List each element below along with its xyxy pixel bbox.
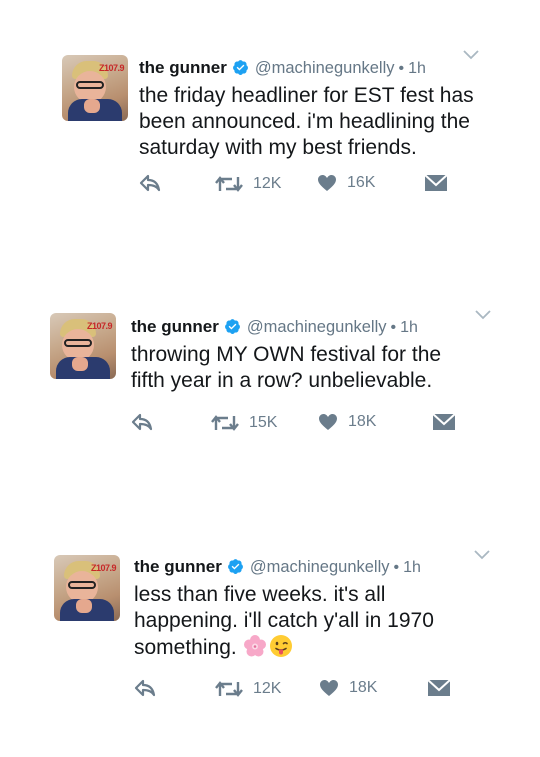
like-button[interactable]: 18K [318,413,376,431]
envelope-icon [424,174,448,191]
like-count: 18K [349,679,378,696]
tweet-actions: 12K 18K [134,679,454,703]
envelope-icon [427,679,451,696]
avatar-logo: Z107.9 [90,563,117,573]
tweet-actions: 12K 16K [139,174,459,198]
tweet-text: less than five weeks. it's all happening… [134,582,464,661]
retweet-icon [211,415,239,431]
display-name[interactable]: the gunner [134,557,222,576]
avatar-logo: Z107.9 [98,63,125,73]
reply-icon [134,679,156,697]
retweet-button[interactable]: 12K [215,679,281,699]
like-count: 16K [347,174,376,191]
tweet-header: the gunner @machinegunkelly • 1h [134,557,421,578]
display-name[interactable]: the gunner [139,58,227,77]
avatar[interactable]: Z107.9 [54,555,120,621]
tweet-text: throwing MY OWN festival for the fifth y… [131,343,442,392]
avatar[interactable]: Z107.9 [62,55,128,121]
reply-icon [131,413,153,431]
chevron-down-icon[interactable] [474,550,490,560]
heart-icon [320,680,338,696]
chevron-down-icon[interactable] [463,50,479,60]
timestamp[interactable]: 1h [400,319,418,336]
retweet-button[interactable]: 15K [211,413,277,433]
retweet-icon [215,681,243,697]
chevron-down-icon[interactable] [475,310,491,320]
avatar[interactable]: Z107.9 [50,313,116,379]
like-button[interactable]: 18K [319,679,377,697]
verified-badge-icon [232,60,248,75]
retweet-icon [215,176,243,192]
tweet-header: the gunner @machinegunkelly • 1h [131,317,418,338]
retweet-count: 12K [253,175,282,192]
heart-icon [318,175,336,191]
verified-badge-icon [224,319,240,334]
like-button[interactable]: 16K [317,174,375,192]
tongue-face-emoji [269,635,292,657]
dm-button[interactable] [427,679,451,697]
reply-button[interactable] [134,679,156,697]
display-name[interactable]: the gunner [131,317,219,336]
separator-dot: • [390,319,397,336]
retweet-count: 12K [253,680,282,697]
cherry-blossom-emoji [243,635,266,657]
handle[interactable]: @machinegunkelly [247,318,387,336]
avatar-logo: Z107.9 [86,321,113,331]
timestamp[interactable]: 1h [403,559,421,576]
like-count: 18K [348,413,377,430]
separator-dot: • [393,559,400,576]
handle[interactable]: @machinegunkelly [250,558,390,576]
reply-icon [139,174,161,192]
reply-button[interactable] [131,413,153,431]
separator-dot: • [398,60,405,77]
heart-icon [319,414,337,430]
tweet-header: the gunner @machinegunkelly • 1h [139,58,426,79]
handle[interactable]: @machinegunkelly [255,59,395,77]
envelope-icon [432,413,456,430]
verified-badge-icon [227,559,243,574]
retweet-button[interactable]: 12K [215,174,281,194]
timestamp[interactable]: 1h [408,60,426,77]
tweet-actions: 15K 18K [131,413,466,437]
tweet-text: the friday headliner for EST fest has be… [139,84,474,159]
dm-button[interactable] [424,174,448,192]
retweet-count: 15K [249,414,278,431]
dm-button[interactable] [432,413,456,431]
reply-button[interactable] [139,174,161,192]
